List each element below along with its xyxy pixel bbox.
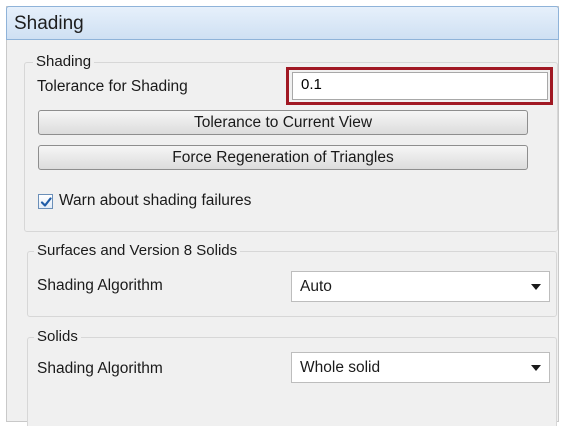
- solids-algorithm-value: Whole solid: [300, 359, 381, 376]
- panel-title: Shading: [14, 13, 84, 34]
- warn-shading-failures-checkbox[interactable]: [38, 194, 53, 209]
- solids-algorithm-select[interactable]: Whole solid: [291, 352, 550, 383]
- surfaces-algorithm-label: Shading Algorithm: [37, 277, 163, 294]
- warn-shading-failures-label[interactable]: Warn about shading failures: [59, 192, 251, 210]
- shading-group-title: Shading: [33, 53, 95, 70]
- surfaces-algorithm-value: Auto: [300, 278, 332, 295]
- tolerance-input-highlight: [286, 67, 553, 105]
- tolerance-to-current-view-button[interactable]: Tolerance to Current View: [38, 110, 528, 135]
- chevron-down-icon: [531, 284, 541, 290]
- force-regeneration-button[interactable]: Force Regeneration of Triangles: [38, 145, 528, 170]
- surfaces-algorithm-select[interactable]: Auto: [291, 271, 550, 302]
- chevron-down-icon: [531, 365, 541, 371]
- panel-header: Shading: [6, 6, 559, 40]
- solids-algorithm-label: Shading Algorithm: [37, 360, 163, 377]
- tolerance-label: Tolerance for Shading: [37, 78, 188, 95]
- surfaces-group-title: Surfaces and Version 8 Solids: [34, 242, 241, 259]
- solids-group-title: Solids: [34, 328, 81, 345]
- check-icon: [40, 197, 52, 207]
